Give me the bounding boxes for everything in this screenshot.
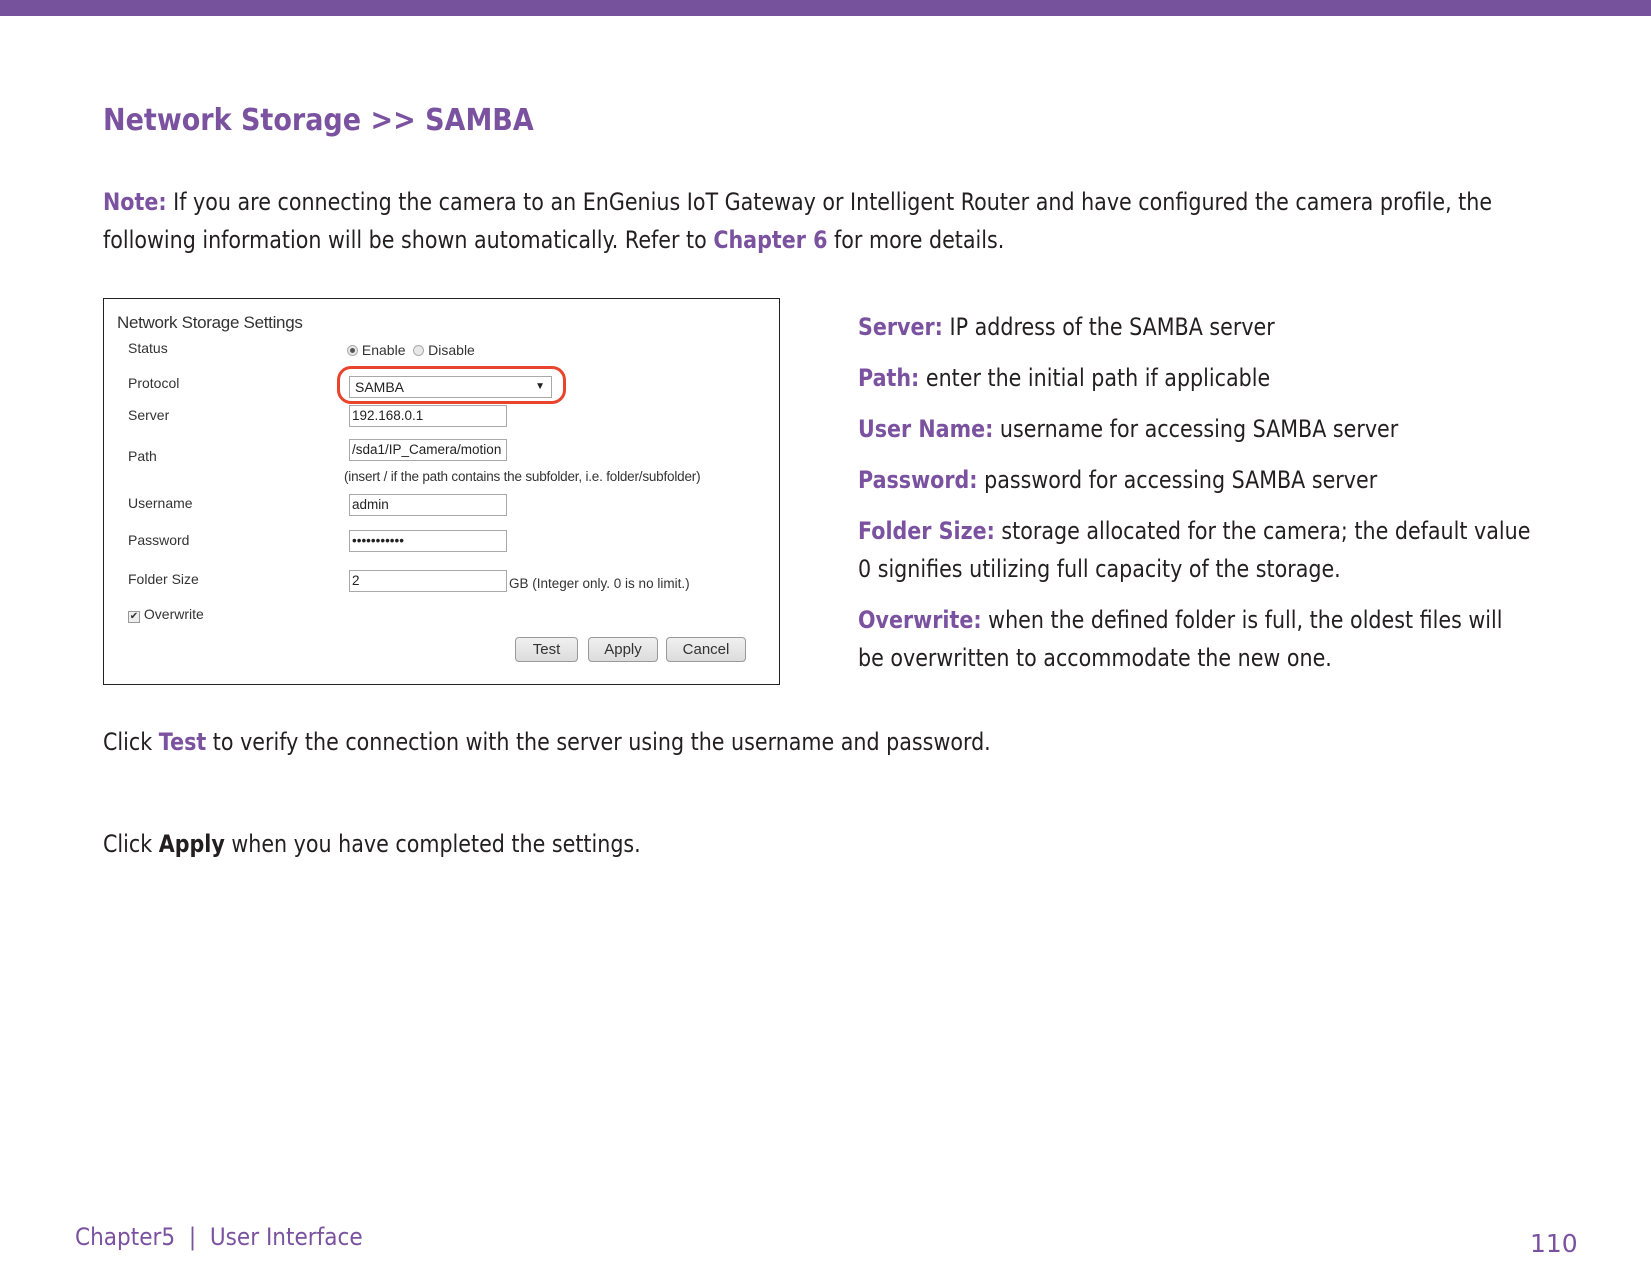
password-input[interactable]: ••••••••••• — [349, 530, 507, 552]
folder-size-label: Folder Size — [128, 571, 199, 587]
server-input[interactable]: 192.168.0.1 — [349, 405, 507, 427]
instruction-suffix: to verify the connection with the server… — [206, 728, 991, 756]
overwrite-checkbox[interactable]: ✔ — [128, 611, 140, 623]
test-button[interactable]: Test — [515, 637, 578, 662]
test-keyword: Test — [158, 728, 207, 756]
folder-size-input[interactable]: 2 — [349, 570, 507, 592]
instruction-suffix: when you have completed the settings. — [224, 830, 641, 858]
username-label: Username — [128, 495, 193, 511]
protocol-label: Protocol — [128, 375, 180, 391]
folder-size-hint: GB (Integer only. 0 is no limit.) — [509, 576, 690, 591]
definition-label: Folder Size: — [858, 517, 995, 545]
instruction-prefix: Click — [103, 728, 159, 756]
page-heading: Network Storage >> SAMBA — [103, 103, 534, 138]
footer-chapter: Chapter5 | User Interface — [75, 1223, 363, 1251]
definition-label: Password: — [858, 466, 978, 494]
field-definitions: Server: IP address of the SAMBA server P… — [858, 308, 1546, 677]
panel-title: Network Storage Settings — [117, 313, 303, 332]
definition-text-continued: be overwritten to accommodate the new on… — [858, 644, 1332, 672]
enable-label: Enable — [361, 342, 406, 358]
definition-folder-size: Folder Size: storage allocated for the c… — [858, 512, 1546, 588]
definition-user-name: User Name: username for accessing SAMBA … — [858, 410, 1546, 448]
note-paragraph: Note: If you are connecting the camera t… — [103, 183, 1582, 259]
definition-text: IP address of the SAMBA server — [942, 313, 1275, 341]
definition-label: Server: — [858, 313, 943, 341]
status-label: Status — [128, 340, 168, 356]
definition-text-continued: 0 signifies utilizing full capacity of t… — [858, 555, 1341, 583]
page-number: 110 — [1530, 1229, 1578, 1258]
path-label: Path — [128, 448, 157, 464]
password-label: Password — [128, 532, 190, 548]
username-input[interactable]: admin — [349, 494, 507, 516]
definition-text: enter the initial path if applicable — [919, 364, 1271, 392]
instruction-prefix: Click — [103, 830, 159, 858]
status-radio-group: Enable Disable — [347, 342, 475, 358]
highlight-ring — [337, 366, 566, 404]
definition-label: Overwrite: — [858, 606, 982, 634]
definition-text: password for accessing SAMBA server — [977, 466, 1378, 494]
disable-radio[interactable] — [413, 345, 425, 356]
overwrite-row: ✔ Overwrite — [128, 606, 204, 623]
chapter-6-link[interactable]: Chapter 6 — [713, 226, 827, 254]
note-label: Note: — [103, 188, 167, 216]
definition-text: username for accessing SAMBA server — [993, 415, 1399, 443]
disable-label: Disable — [428, 342, 475, 358]
server-label: Server — [128, 407, 170, 423]
definition-server: Server: IP address of the SAMBA server — [858, 308, 1546, 346]
apply-instruction: Click Apply when you have completed the … — [103, 830, 641, 858]
note-text-end: for more details. — [827, 226, 1005, 254]
network-storage-settings-screenshot: Network Storage Settings Status Enable D… — [103, 298, 780, 685]
apply-keyword: Apply — [158, 830, 225, 858]
top-accent-bar — [0, 0, 1651, 16]
definition-overwrite: Overwrite: when the defined folder is fu… — [858, 601, 1546, 677]
path-hint: (insert / if the path contains the subfo… — [344, 469, 701, 484]
definition-text: when the defined folder is full, the old… — [981, 606, 1503, 634]
enable-radio[interactable] — [347, 345, 358, 356]
definition-password: Password: password for accessing SAMBA s… — [858, 461, 1546, 499]
definition-label: User Name: — [858, 415, 994, 443]
cancel-button[interactable]: Cancel — [666, 637, 746, 662]
overwrite-label: Overwrite — [143, 606, 204, 622]
path-input[interactable]: /sda1/IP_Camera/motion — [349, 439, 507, 461]
apply-button[interactable]: Apply — [588, 637, 658, 662]
definition-label: Path: — [858, 364, 920, 392]
definition-path: Path: enter the initial path if applicab… — [858, 359, 1546, 397]
definition-text: storage allocated for the camera; the de… — [994, 517, 1531, 545]
test-instruction: Click Test to verify the connection with… — [103, 728, 991, 756]
